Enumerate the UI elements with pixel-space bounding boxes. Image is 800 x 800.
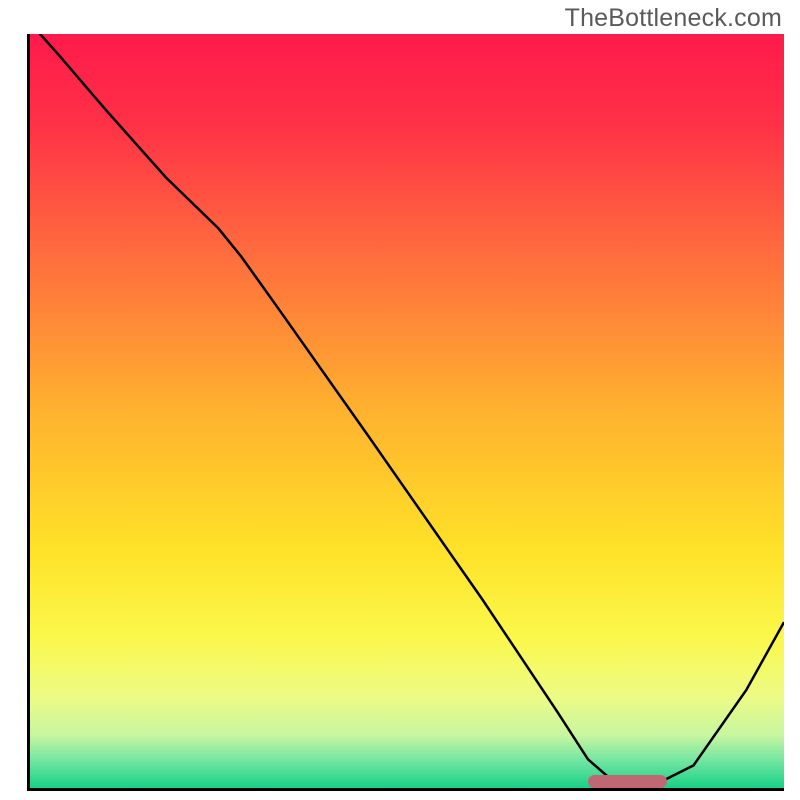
watermark-text: TheBottleneck.com bbox=[565, 4, 782, 33]
gradient-fill-rect bbox=[30, 34, 784, 788]
optimal-range-marker bbox=[588, 775, 667, 788]
plot-svg bbox=[30, 34, 784, 788]
chart-container: TheBottleneck.com bbox=[0, 0, 800, 800]
